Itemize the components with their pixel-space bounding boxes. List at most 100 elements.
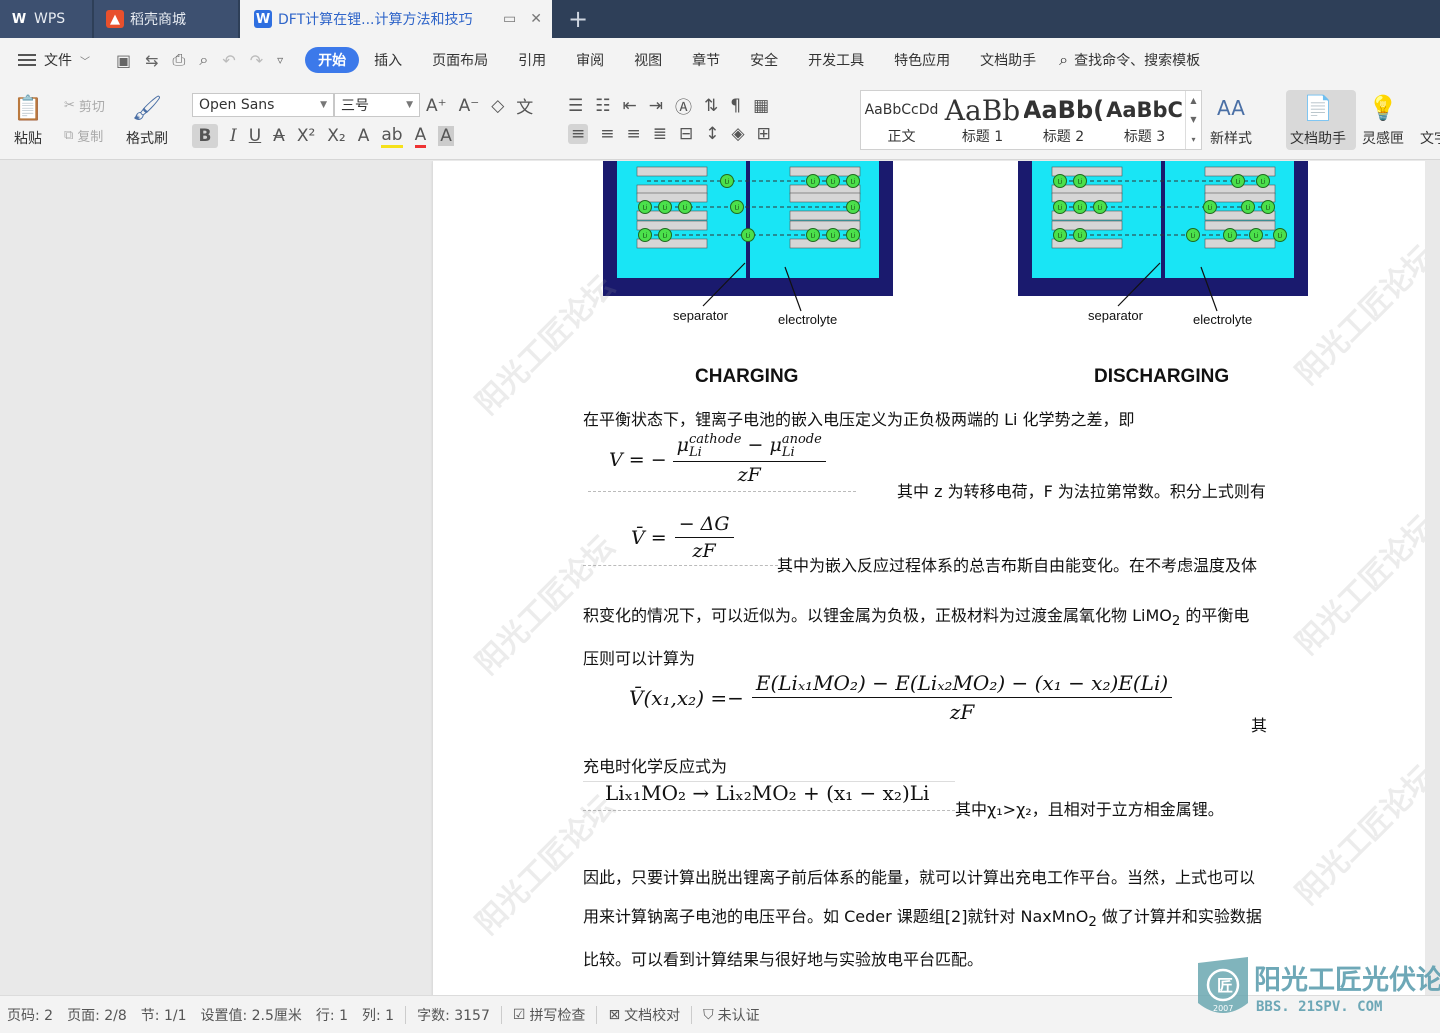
text-effect-icon[interactable]: A — [358, 126, 370, 146]
tab-start[interactable]: 开始 — [305, 47, 360, 73]
certification-status[interactable]: ⛉ 未认证 — [696, 1005, 767, 1025]
style-gallery-scroll[interactable]: ▲ ▼ ▾ — [1185, 91, 1201, 149]
chevron-up-icon[interactable]: ▲ — [1190, 96, 1196, 105]
phonetic-icon[interactable]: 文 — [516, 93, 533, 118]
char-shading-icon[interactable]: A — [438, 126, 454, 146]
align-left-icon[interactable]: ≡ — [568, 124, 589, 144]
divider — [691, 1005, 693, 1024]
table-icon[interactable]: ▦ — [753, 96, 769, 116]
sort-icon[interactable]: ⇅ — [704, 96, 718, 116]
paste-button[interactable]: 📋 粘贴 — [12, 92, 44, 148]
paste-icon: 📋 — [13, 94, 43, 122]
style-heading-2[interactable]: AaBb( 标题 2 — [1023, 91, 1104, 149]
align-right-icon[interactable]: ≡ — [627, 124, 641, 144]
document-area[interactable]: Li Li Li Li Li Li Li Li Li Li Li Li Li Li Li Li Li Li Li Li… — [0, 161, 1440, 995]
tab-special-apps[interactable]: 特色应用 — [879, 47, 965, 73]
spell-check-button[interactable]: ☑ 拼写检查 — [506, 1005, 593, 1025]
status-page-number[interactable]: 页码: 2 — [0, 1005, 60, 1025]
more-icon[interactable]: ▿ — [277, 53, 283, 67]
font-name-select[interactable]: Open Sans ▼ — [192, 93, 334, 117]
new-tab-button[interactable]: + — [560, 0, 596, 38]
file-menu-button[interactable]: 文件 ﹀ — [18, 50, 90, 70]
font-color-icon[interactable]: A — [414, 125, 427, 148]
print-preview-icon[interactable]: ⌕ — [199, 50, 208, 70]
tab-security[interactable]: 安全 — [735, 47, 793, 73]
status-col[interactable]: 列: 1 — [355, 1005, 401, 1025]
new-style-button[interactable]: AA 新样式 — [1210, 92, 1252, 148]
tab-insert[interactable]: 插入 — [359, 47, 417, 73]
tab-dev-tools[interactable]: 开发工具 — [793, 47, 879, 73]
shield-icon: ⛉ — [703, 1006, 714, 1023]
grow-font-icon[interactable]: A⁺ — [426, 96, 447, 116]
vertical-scrollbar[interactable] — [1425, 161, 1440, 995]
style-heading-1[interactable]: AaBb 标题 1 — [942, 91, 1023, 149]
chevron-down-icon[interactable]: ▼ — [1190, 115, 1196, 124]
scissors-icon: ✂ — [64, 98, 75, 113]
line-spacing-icon[interactable]: ↕ — [705, 124, 719, 144]
status-row[interactable]: 行: 1 — [309, 1005, 355, 1025]
tab-page-layout[interactable]: 页面布局 — [417, 47, 503, 73]
status-section[interactable]: 节: 1/1 — [134, 1005, 194, 1025]
undo-icon[interactable]: ↶ — [222, 51, 235, 70]
numbered-list-icon[interactable]: ☷ — [595, 96, 610, 116]
clear-format-icon[interactable]: ◇ — [491, 96, 504, 116]
show-marks-icon[interactable]: ¶ — [730, 96, 741, 116]
print-icon[interactable]: ⎙ — [173, 50, 186, 70]
italic-icon[interactable]: I — [230, 126, 237, 146]
doc-proof-button[interactable]: ⊠ 文档校对 — [601, 1005, 687, 1025]
expand-icon[interactable]: ▾ — [1191, 135, 1195, 144]
redo-icon[interactable]: ↷ — [250, 51, 263, 70]
increase-indent-icon[interactable]: ⇥ — [649, 96, 663, 116]
decrease-indent-icon[interactable]: ⇤ — [623, 96, 637, 116]
new-style-icon: AA — [1217, 96, 1245, 120]
li-ion-label: Li — [850, 205, 855, 212]
style-normal[interactable]: AaBbCcDd 正文 — [861, 91, 942, 149]
shrink-font-icon[interactable]: A⁻ — [459, 96, 480, 116]
subscript-icon[interactable]: X₂ — [327, 126, 345, 146]
status-pages[interactable]: 页面: 2/8 — [60, 1005, 134, 1025]
align-center-icon[interactable]: ≡ — [600, 124, 614, 144]
copy-button[interactable]: ⧉ 复制 — [64, 126, 103, 145]
inspiration-button[interactable]: 💡 灵感匣 — [1362, 92, 1404, 148]
li-ion-label: Li — [724, 179, 729, 186]
tab-docer[interactable]: ▲ 稻壳商城 — [94, 0, 238, 38]
save-icon[interactable]: ▣ — [116, 51, 131, 70]
tab-chapter[interactable]: 章节 — [677, 47, 735, 73]
highlight-icon[interactable]: ab — [381, 125, 403, 148]
tab-doc-assistant[interactable]: 文档助手 — [965, 47, 1051, 73]
tab-document[interactable]: W DFT计算在锂...计算方法和技巧 ▭ ✕ — [240, 0, 552, 38]
tab-review[interactable]: 审阅 — [561, 47, 619, 73]
cut-button[interactable]: ✂ 剪切 — [64, 96, 105, 115]
bullet-list-icon[interactable]: ☰ — [568, 96, 583, 116]
strikethrough-icon[interactable]: A — [273, 126, 285, 146]
tab-references[interactable]: 引用 — [503, 47, 561, 73]
doc-assistant-button[interactable]: 📄 文档助手 — [1290, 92, 1346, 148]
border-icon[interactable]: ⊞ — [757, 124, 771, 144]
status-setting[interactable]: 设置值: 2.5厘米 — [193, 1005, 308, 1025]
tab-wps[interactable]: W WPS — [0, 0, 92, 38]
style-heading-3[interactable]: AaBbC 标题 3 — [1104, 91, 1185, 149]
document-page[interactable]: Li Li Li Li Li Li Li Li Li Li Li Li Li Li Li Li Li Li Li Li… — [433, 161, 1440, 995]
equation-reaction: Liₓ₁MO₂ → Liₓ₂MO₂ + (x₁ − x₂)Li — [605, 781, 930, 805]
style-sample: AaBb — [944, 94, 1021, 126]
underline-icon[interactable]: U — [249, 126, 261, 146]
text-direction-icon[interactable]: Ⓐ — [675, 93, 692, 118]
tab-label: WPS — [34, 11, 66, 27]
font-size-select[interactable]: 三号 ▼ — [334, 93, 420, 117]
style-label: 标题 3 — [1123, 129, 1166, 145]
justify-icon[interactable]: ≣ — [653, 124, 667, 144]
tab-view[interactable]: 视图 — [619, 47, 677, 73]
eq3-lhs: V̄(x₁,x₂) =− — [629, 685, 744, 710]
format-painter-button[interactable]: 🖌 格式刷 — [126, 92, 168, 148]
bold-icon[interactable]: B — [192, 124, 218, 148]
close-icon[interactable]: ✕ — [530, 11, 542, 27]
text-tool-button[interactable]: 文字 — [1418, 92, 1440, 148]
style-gallery: AaBbCcDd 正文 AaBb 标题 1 AaBb( 标题 2 AaBbC 标… — [860, 90, 1202, 150]
command-search[interactable]: ⌕ 查找命令、搜索模板 — [1059, 50, 1200, 70]
shading-icon[interactable]: ◈ — [732, 124, 745, 144]
output-icon[interactable]: ⇆ — [145, 51, 158, 70]
superscript-icon[interactable]: X² — [297, 126, 315, 146]
distribute-icon[interactable]: ⊟ — [679, 124, 693, 144]
float-window-icon[interactable]: ▭ — [503, 11, 516, 27]
status-word-count[interactable]: 字数: 3157 — [410, 1005, 497, 1025]
